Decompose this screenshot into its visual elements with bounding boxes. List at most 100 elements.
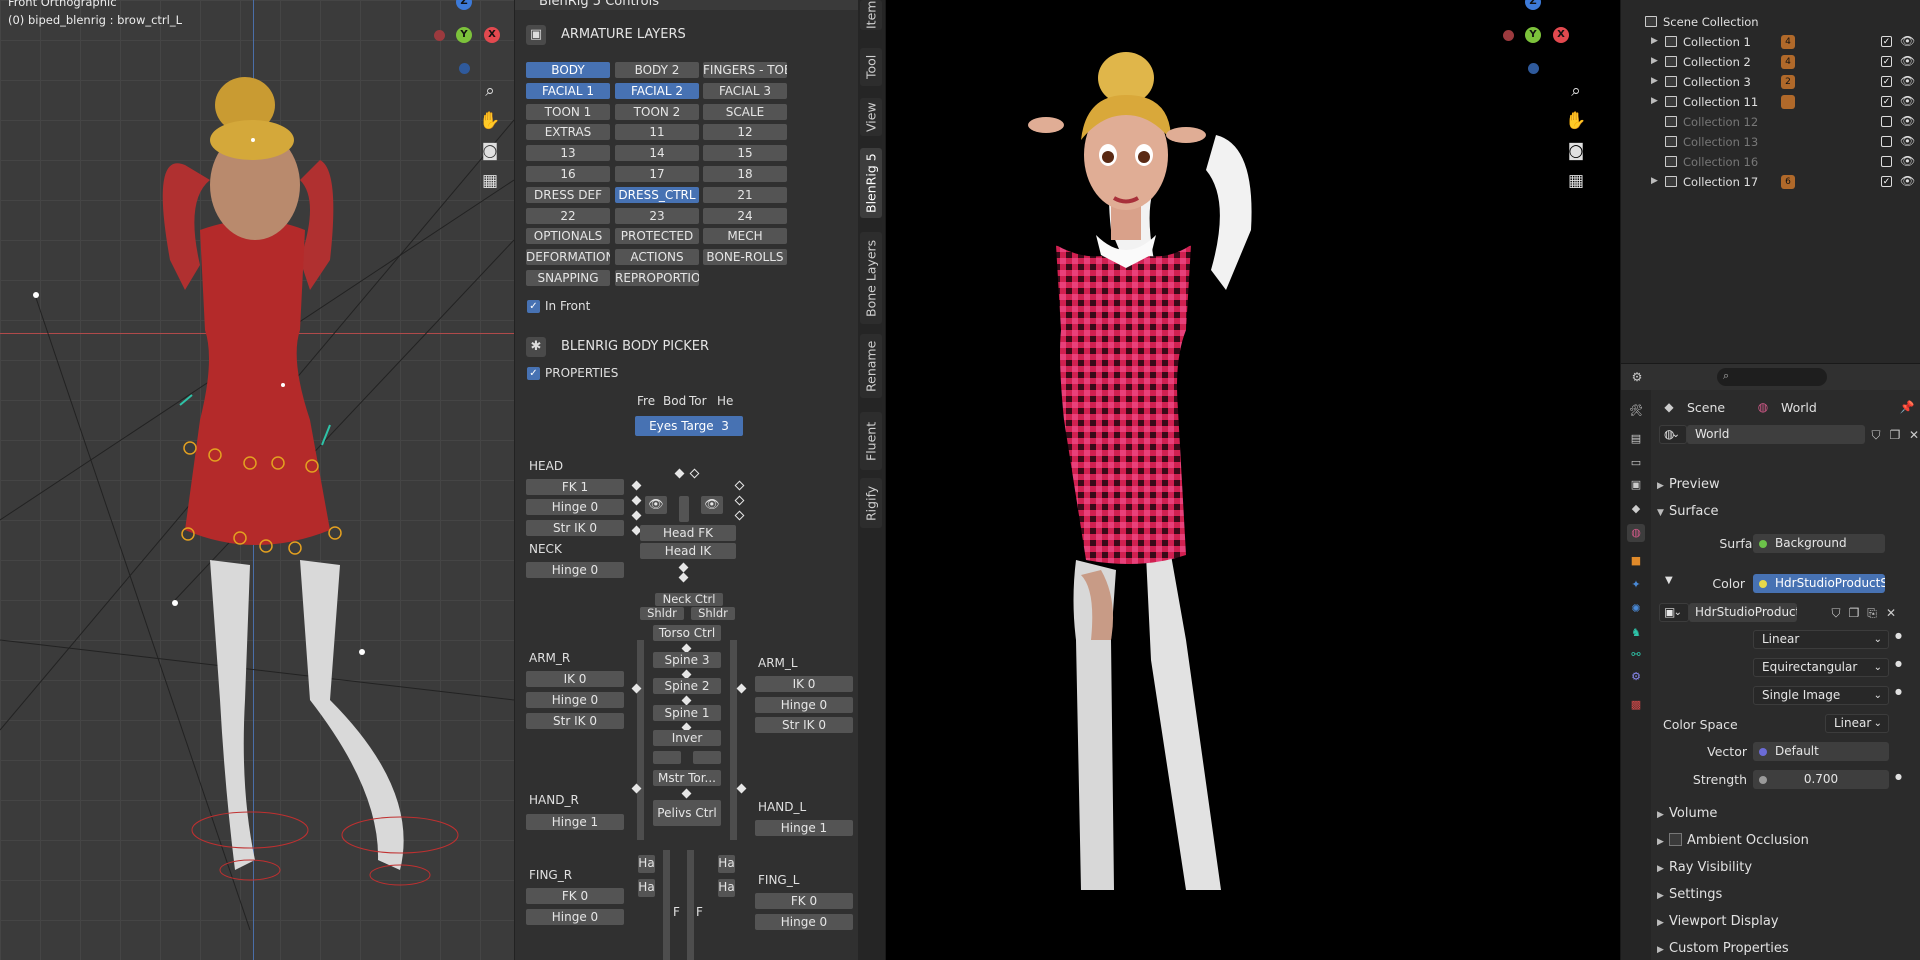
layer-button[interactable]: 13 [526,145,610,162]
mini-label-bod[interactable]: Bod [663,394,686,408]
projection-keyframe-dot[interactable]: ● [1895,659,1902,668]
gizmo-neg-z[interactable] [459,63,470,74]
layer-button[interactable]: 24 [703,207,787,224]
picker-hand-r-a[interactable]: Ha [638,855,655,873]
picker-neck-a[interactable] [678,562,689,573]
pan-hand-icon[interactable]: ✋ [477,108,503,134]
outliner-row[interactable]: ▶ Collection 11 ✓ 👁 [1621,92,1920,112]
unlink-icon[interactable]: ✕ [1906,427,1920,443]
exclude-checkbox[interactable] [1881,156,1892,167]
eye-icon[interactable]: 👁 [1900,174,1915,188]
eyes-target-slider[interactable]: Eyes Targe 3 [635,416,743,436]
head-str-ik-button[interactable]: Str IK 0 [526,520,624,536]
arm-l-ik-button[interactable]: IK 0 [755,676,853,692]
gizmo-y[interactable]: Y [456,27,472,43]
layer-button[interactable]: 17 [615,166,699,182]
source-dropdown[interactable]: Single Image ⌄ [1753,686,1889,705]
exclude-checkbox[interactable]: ✓ [1881,76,1892,87]
picker-hip-r[interactable] [653,751,681,764]
eye-icon[interactable]: 👁 [1900,94,1915,108]
layer-button[interactable]: FACIAL 2 [615,82,699,99]
layer-button[interactable]: TOON 2 [615,103,699,120]
exclude-checkbox[interactable]: ✓ [1881,36,1892,47]
picker-hand-l-b[interactable]: Ha [718,879,735,897]
picker-spine2[interactable]: Spine 2 [653,678,721,694]
pin-icon[interactable]: 📌 [1899,399,1915,415]
outliner-row[interactable]: ▶ Collection 3 2 ✓ 👁 [1621,72,1920,92]
camera-icon[interactable]: ◙ [477,138,503,164]
scene-tab-icon[interactable]: ◆ [1627,500,1645,518]
picker-spine-c[interactable] [681,695,692,706]
expand-arrow-icon[interactable]: ▶ [1651,56,1658,66]
mini-label-tor[interactable]: Tor [689,394,707,408]
bone-tab-icon[interactable]: ⚙ [1627,668,1645,686]
section-header[interactable]: ▶ Ray Visibility [1657,860,1752,875]
mini-label-he[interactable]: He [717,394,733,408]
layer-button[interactable]: FINGERS - TOES [703,62,787,78]
color-field[interactable]: HdrStudioProductS... [1753,574,1885,593]
picker-spine3[interactable]: Spine 3 [653,652,721,668]
layer-button[interactable]: MECH [703,228,787,245]
section-header[interactable]: ▶ Viewport Display [1657,914,1779,929]
layer-button[interactable]: 14 [615,145,699,162]
picker-head-left-c[interactable] [631,510,642,521]
layer-button[interactable]: 12 [703,124,787,141]
duplicate-icon[interactable]: ❐ [1887,427,1903,443]
view-layer-tab-icon[interactable]: ▣ [1627,476,1645,494]
layer-button[interactable]: SCALE [703,103,787,120]
layer-button[interactable]: FACIAL 1 [526,82,610,99]
picker-head-left-a[interactable] [631,480,642,491]
eye-icon[interactable]: 👁 [1900,114,1915,128]
zoom-icon-right[interactable]: ⌕ [1563,78,1589,104]
strength-keyframe-dot[interactable]: ● [1895,772,1902,781]
interpolation-keyframe-dot[interactable]: ● [1895,631,1902,640]
picker-head-left-b[interactable] [631,495,642,506]
vector-field[interactable]: Default [1753,742,1889,761]
gizmo-z[interactable]: Z [456,0,472,10]
expand-arrow-icon[interactable]: ▶ [1651,176,1658,186]
panel-header[interactable]: BlenRig 5 Controls [515,0,859,10]
picker-neck-ctrl[interactable]: Neck Ctrl [655,593,723,606]
fake-user-icon[interactable]: ⛉ [1868,427,1884,443]
gizmo-r-x[interactable]: X [1553,27,1569,43]
picker-hand-l-a[interactable]: Ha [718,855,735,873]
outliner-row[interactable]: ▶ Collection 17 6 ✓ 👁 [1621,172,1920,192]
layer-button[interactable]: BONE-ROLLS [703,249,787,266]
armature-tab-icon[interactable]: ⚯ [1627,646,1645,664]
picker-shldr-r[interactable]: Shldr [640,607,684,620]
expand-arrow-icon[interactable]: ▶ [1651,96,1658,106]
breadcrumb-scene[interactable]: Scene [1687,400,1725,415]
gizmo-neg-x[interactable] [434,30,445,41]
eye-icon[interactable]: 👁 [1900,74,1915,88]
gizmo-r-neg-z[interactable] [1528,63,1539,74]
picker-head-fk[interactable]: Head FK [640,525,736,541]
layer-button[interactable]: 11 [615,124,699,141]
world-name-field[interactable]: World [1687,425,1865,444]
head-fk-button[interactable]: FK 1 [526,479,624,495]
layer-button[interactable]: ACTIONS [615,249,699,266]
gizmo-r-neg-x[interactable] [1503,30,1514,41]
head-hinge-button[interactable]: Hinge 0 [526,499,624,515]
picker-hip-l[interactable] [693,751,721,764]
eye-icon[interactable]: 👁 [1900,34,1915,48]
layer-button[interactable]: DEFORMATION [526,249,610,266]
tool-tab-icon[interactable]: 🛠 [1627,402,1645,420]
picker-nose[interactable] [679,496,689,522]
layer-button[interactable]: 21 [703,186,787,203]
eye-icon[interactable]: 👁 [1900,134,1915,148]
image-name-field[interactable]: HdrStudioProductS... [1689,603,1797,622]
arm-r-hinge-button[interactable]: Hinge 0 [526,692,624,708]
picker-mstr-tor[interactable]: Mstr Tor... [653,770,721,786]
layer-button[interactable]: 15 [703,145,787,162]
image-fake-user-icon[interactable]: ⛉ [1828,605,1844,621]
hand-r-hinge-button[interactable]: Hinge 1 [526,814,624,830]
layer-button[interactable]: SNAPPING [526,270,610,286]
scene-collection-row[interactable]: Scene Collection [1621,12,1920,32]
grid-ortho-icon-right[interactable]: ▦ [1563,168,1589,194]
outliner-row[interactable]: Collection 16 👁 [1621,152,1920,172]
arm-r-str-ik-button[interactable]: Str IK 0 [526,713,624,729]
exclude-checkbox[interactable] [1881,116,1892,127]
particles-tab-icon[interactable]: ✺ [1627,600,1645,618]
rigged-character-viewport[interactable] [0,0,514,960]
render-tab-icon[interactable]: ▤ [1627,430,1645,448]
